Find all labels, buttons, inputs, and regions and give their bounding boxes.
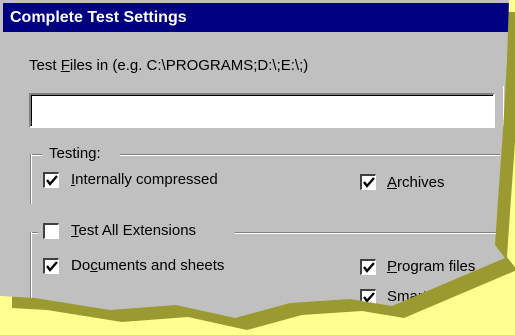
checkmark-icon: [363, 177, 375, 188]
documents-and-sheets-checkbox[interactable]: [43, 258, 59, 274]
extensions-group-border-left: [30, 232, 32, 302]
internally-compressed-label[interactable]: Internally compressed: [71, 171, 218, 188]
test-files-input[interactable]: [29, 93, 495, 128]
archives-checkbox[interactable]: [360, 174, 376, 190]
program-files-checkbox[interactable]: [360, 259, 376, 275]
complete-test-settings-dialog: Complete Test Settings Test Files in (e.…: [0, 0, 509, 318]
program-files-label[interactable]: Program files: [387, 258, 475, 275]
testing-group-border-top-right: [120, 154, 500, 156]
test-files-label: Test Files in (e.g. C:\PROGRAMS;D:\;E:\;…: [29, 57, 309, 74]
testing-group-border-left: [30, 154, 32, 204]
checkmark-icon: [46, 261, 58, 272]
title-bar: Complete Test Settings: [3, 3, 509, 32]
test-all-extensions-label[interactable]: Test All Extensions: [71, 222, 196, 239]
window-title: Complete Test Settings: [10, 9, 187, 26]
testing-group-label: Testing:: [49, 145, 101, 162]
stage: Complete Test Settings Test Files in (e.…: [0, 0, 515, 330]
checkmark-icon: [363, 262, 375, 273]
checkmark-icon: [46, 175, 58, 186]
documents-and-sheets-label[interactable]: Documents and sheets: [71, 257, 224, 274]
archives-label[interactable]: Archives: [387, 174, 445, 191]
internally-compressed-checkbox[interactable]: [43, 172, 59, 188]
extensions-group-border-top-right: [235, 232, 497, 234]
test-all-extensions-checkbox[interactable]: [43, 223, 59, 239]
